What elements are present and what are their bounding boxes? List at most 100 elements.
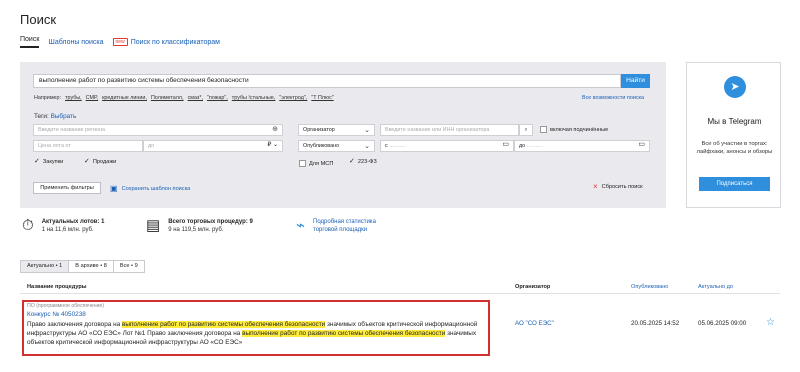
published-select[interactable]: Опубликовано ⌄ <box>298 140 375 152</box>
apply-filters-button[interactable]: Применить фильтры <box>33 182 101 194</box>
telegram-icon: ➤ <box>724 76 746 98</box>
fz223-checkbox[interactable]: ✓ 223-ФЗ <box>349 158 377 165</box>
tab-archive[interactable]: В архиве • 8 <box>68 260 114 273</box>
stats-link-line2[interactable]: торговой площадки <box>313 227 367 233</box>
example-link[interactable]: "электрод", <box>279 95 307 101</box>
include-sub-checkbox[interactable]: включая подчинённые <box>540 126 608 133</box>
sales-label: Продажи <box>92 158 117 165</box>
save-icon: ▣ <box>110 184 118 193</box>
checkmark-icon: ✓ <box>84 158 90 165</box>
desc-highlight: выполнение работ по развитию системы обе… <box>121 321 326 328</box>
reset-search-link[interactable]: × Сбросить поиск <box>593 182 643 191</box>
example-link[interactable]: трубы !стальные, <box>232 95 276 101</box>
stat-procedures: ▤ Всего торговых процедур: 9 9 на 119,5 м… <box>146 218 253 234</box>
example-link[interactable]: трубы, <box>65 95 82 101</box>
desc-highlight: выполнение работ по развитию системы обе… <box>242 330 446 337</box>
tab-actual[interactable]: Актуально • 1 <box>20 260 70 273</box>
date-to-label: до <box>519 143 526 149</box>
organizer-placeholder: Введите название или ИНН организатора <box>385 127 490 133</box>
date-from-label: с <box>385 143 388 149</box>
advanced-search-link[interactable]: Все возможности поиска <box>582 95 644 101</box>
save-template-label: Сохранить шаблон поиска <box>121 185 191 192</box>
date-to-input[interactable]: до ........... ▭ <box>514 140 650 152</box>
example-link[interactable]: "Т Плюс" <box>311 95 333 101</box>
example-link[interactable]: смаз*, <box>188 95 203 101</box>
procedure-description: Право заключения договора на выполнение … <box>27 320 487 347</box>
search-input[interactable]: выполнение работ по развитию системы обе… <box>33 74 621 88</box>
new-badge: new <box>112 38 128 46</box>
col-actual-till[interactable]: Актуально до <box>698 284 733 290</box>
region-placeholder: Введите название региона <box>38 127 105 133</box>
add-icon[interactable]: ⊕ <box>272 126 278 133</box>
telegram-title: Мы в Telegram <box>707 117 762 126</box>
search-icon[interactable]: ⌕ <box>519 124 533 136</box>
checkbox-box <box>540 126 547 133</box>
example-link[interactable]: Полиметалл, <box>151 95 184 101</box>
organizer-select-value: Организатор <box>303 127 335 133</box>
checkmark-icon: ✓ <box>34 158 40 165</box>
purchases-label: Закупки <box>42 158 64 165</box>
currency-select[interactable]: ₽ ⌄ <box>267 142 278 149</box>
telegram-card: ➤ Мы в Telegram Все об участии в торгах:… <box>686 62 781 208</box>
tags-row: Теги: Выбрать <box>34 113 76 120</box>
search-examples: Например: трубы, СМР, кредитные линии, П… <box>34 95 334 101</box>
purchases-checkbox[interactable]: ✓ Закупки <box>34 158 63 165</box>
subscribe-button[interactable]: Подписаться <box>699 177 770 191</box>
col-published[interactable]: Опубликовано <box>631 284 668 290</box>
desc-part: Право заключения договора на <box>27 321 122 328</box>
organizer-link[interactable]: АО "СО ЕЭС" <box>515 320 554 327</box>
divider <box>20 293 780 294</box>
price-from-placeholder: Цена лота от <box>38 143 71 149</box>
organizer-select[interactable]: Организатор ⌄ <box>298 124 375 136</box>
price-from-input[interactable]: Цена лота от <box>33 140 143 152</box>
find-button[interactable]: Найти <box>621 74 650 88</box>
published-date: 20.05.2025 14:52 <box>631 320 680 327</box>
procs-title: Всего торговых процедур: 9 <box>168 219 253 225</box>
sales-checkbox[interactable]: ✓ Продажи <box>84 158 116 165</box>
procedure-type: ПО (программное обеспечение) <box>27 303 105 309</box>
published-select-value: Опубликовано <box>303 143 340 149</box>
tab-search[interactable]: Поиск <box>20 36 40 48</box>
telegram-text: Все об участии в торгах: лайфхаки, анонс… <box>696 141 773 155</box>
tab-classifiers-label: Поиск по классификаторам <box>130 38 220 46</box>
procedure-number-link[interactable]: Конкурс № 4050238 <box>27 311 86 318</box>
chevron-down-icon: ⌄ <box>364 127 370 134</box>
star-icon[interactable]: ☆ <box>766 317 775 328</box>
tags-label: Теги: <box>34 113 49 120</box>
close-icon: × <box>593 182 598 191</box>
region-input[interactable]: Введите название региона ⊕ <box>33 124 283 136</box>
stat-link[interactable]: ⌁ Подробная статистика торговой площадки <box>296 218 376 234</box>
checkbox-box <box>299 160 306 167</box>
price-to-input[interactable]: до ₽ ⌄ <box>143 140 283 152</box>
chevron-down-icon: ⌄ <box>364 143 370 150</box>
checkmark-icon: ✓ <box>349 158 355 165</box>
examples-label: Например: <box>34 95 62 101</box>
example-link[interactable]: СМР, <box>86 95 98 101</box>
tab-all[interactable]: Все • 9 <box>112 260 145 273</box>
col-name: Название процедуры <box>27 284 87 290</box>
tab-classifiers[interactable]: new Поиск по классификаторам <box>112 38 220 46</box>
msp-label: Для МСП <box>309 160 334 167</box>
briefcase-icon: ▤ <box>146 217 161 234</box>
calendar-icon[interactable]: ▭ <box>502 141 509 148</box>
page-title: Поиск <box>20 12 57 27</box>
example-link[interactable]: "пожар", <box>207 95 228 101</box>
calendar-icon[interactable]: ▭ <box>638 141 645 148</box>
fz223-label: 223-ФЗ <box>357 158 377 165</box>
chart-icon: ⌁ <box>296 217 306 234</box>
msp-checkbox[interactable]: Для МСП <box>299 160 333 167</box>
example-link[interactable]: кредитные линии, <box>102 95 147 101</box>
stat-lots: ⏱ Актуальных лотов: 1 1 на 11,6 млн. руб. <box>22 218 104 234</box>
actual-till-date: 05.06.2025 09:00 <box>698 320 747 327</box>
stats-link-line1[interactable]: Подробная статистика <box>313 219 376 225</box>
save-template-link[interactable]: ▣ Сохранить шаблон поиска <box>110 184 190 193</box>
tags-select-link[interactable]: Выбрать <box>51 113 77 120</box>
organizer-input[interactable]: Введите название или ИНН организатора <box>380 124 519 136</box>
price-to-placeholder: до <box>148 143 155 149</box>
result-tabs: Актуально • 1 В архиве • 8 Все • 9 <box>20 260 145 273</box>
stopwatch-icon: ⏱ <box>22 217 34 234</box>
tab-templates[interactable]: Шаблоны поиска <box>48 39 103 46</box>
procs-sub: 9 на 119,5 млн. руб. <box>168 227 224 233</box>
lots-title: Актуальных лотов: 1 <box>41 219 105 225</box>
date-from-input[interactable]: с ........... ▭ <box>380 140 514 152</box>
